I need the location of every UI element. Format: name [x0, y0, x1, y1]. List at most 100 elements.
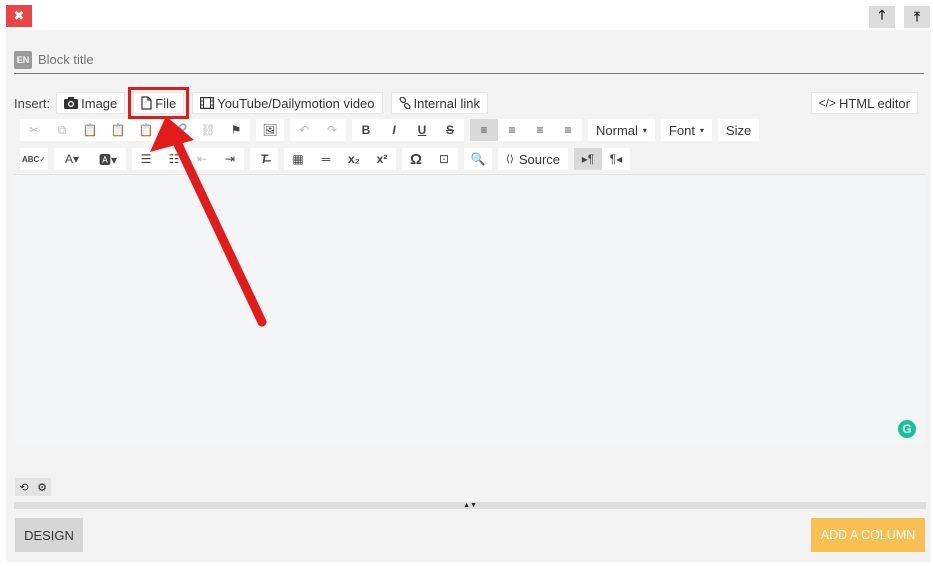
paste-text-icon[interactable]: 📋: [104, 119, 132, 141]
caret-down-icon: ▾: [699, 125, 704, 135]
rtl-icon[interactable]: ¶◂: [602, 148, 630, 170]
code-icon: </>: [818, 96, 836, 110]
align-left-icon[interactable]: ≡: [470, 119, 498, 141]
bold-icon[interactable]: B: [352, 119, 380, 141]
resize-arrows-icon: ▲▼: [463, 502, 477, 509]
insert-video-label: YouTube/Dailymotion video: [217, 95, 375, 111]
link-icon[interactable]: 🔗: [166, 119, 194, 141]
preview-icon[interactable]: 🔍: [464, 148, 492, 170]
gear-icon[interactable]: ⚙: [33, 478, 51, 496]
anchor-flag-icon[interactable]: ⚑: [222, 119, 250, 141]
table-group: ▦ ═ x₂ x²: [284, 148, 396, 170]
strikethrough-icon[interactable]: S: [436, 119, 464, 141]
insert-image-label: Image: [81, 95, 118, 111]
preview-group: 🔍: [464, 148, 492, 170]
add-column-button[interactable]: ADD A COLUMN: [811, 518, 925, 552]
italic-icon[interactable]: I: [380, 119, 408, 141]
clipboard-group: ✂ ⧉ 📋 📋 📋: [20, 119, 160, 141]
block-title-input[interactable]: [38, 52, 638, 67]
editor-mini-tools: ⟲ ⚙: [15, 478, 51, 496]
link-group: 🔗 ⛓ ⚑: [166, 119, 250, 141]
insert-label: Insert:: [14, 95, 51, 111]
film-icon: [200, 97, 215, 109]
text-color-icon[interactable]: A▾: [54, 148, 90, 170]
cut-icon[interactable]: ✂: [20, 119, 48, 141]
block-editor-panel: ✖ 🡑 ⤒ EN Insert: Image File YouTube/Dail…: [6, 0, 931, 562]
move-top-button[interactable]: ⤒: [904, 6, 930, 28]
insert-file-label: File: [155, 95, 177, 111]
ltr-icon[interactable]: ▸¶: [574, 148, 603, 170]
insert-file-button[interactable]: File: [128, 87, 190, 119]
underline-icon[interactable]: U: [408, 119, 436, 141]
align-justify-icon[interactable]: ≡: [554, 119, 582, 141]
superscript-icon[interactable]: x²: [368, 148, 396, 170]
special-char-icon[interactable]: Ω: [402, 148, 430, 170]
history-group: ↶ ↷: [290, 119, 346, 141]
source-icon: ⟨⟩: [506, 153, 514, 165]
insert-toolbar: Insert: Image File YouTube/Dailymotion v…: [14, 87, 926, 119]
clear-format-group: T̶: [250, 148, 278, 170]
remove-format-icon[interactable]: T̶: [250, 148, 278, 170]
block-topbar: ✖ 🡑 ⤒: [6, 0, 931, 30]
html-editor-button[interactable]: </> HTML editor: [810, 92, 918, 114]
arrow-top-icon: ⤒: [914, 9, 920, 24]
source-label: Source: [518, 151, 561, 167]
editor-content-area[interactable]: [14, 174, 926, 444]
redo-icon[interactable]: ↷: [318, 119, 346, 141]
editor-toolbar-row-2: ABC✓ A▾ 🅰▾ ☰ ☷ ⇤ ⇥ T̶ ▦ ═ x₂ x² Ω ⊡ 🔍 ⟨⟩…: [20, 147, 636, 171]
file-icon: [141, 96, 152, 110]
spellcheck-group: ABC✓: [20, 148, 48, 170]
indent-icon[interactable]: ⇥: [216, 148, 244, 170]
bg-color-icon[interactable]: 🅰▾: [90, 148, 126, 170]
align-group: ≡ ≡ ≡ ≡: [470, 119, 582, 141]
numbered-list-icon[interactable]: ☷: [160, 148, 188, 170]
close-button[interactable]: ✖: [6, 5, 32, 27]
horizontal-rule-icon[interactable]: ═: [312, 148, 340, 170]
link-icon: [399, 97, 411, 109]
align-center-icon[interactable]: ≡: [498, 119, 526, 141]
list-group: ☰ ☷ ⇤ ⇥: [132, 148, 244, 170]
image-icon[interactable]: 🖼: [256, 119, 284, 141]
paste-icon[interactable]: 📋: [76, 119, 104, 141]
spellcheck-icon[interactable]: ABC✓: [20, 148, 48, 170]
language-badge: EN: [14, 50, 32, 69]
block-title-row: EN: [14, 46, 924, 74]
font-label: Font: [668, 122, 695, 138]
source-button[interactable]: ⟨⟩ Source: [498, 148, 569, 170]
image-group: 🖼: [256, 119, 284, 141]
reset-icon[interactable]: ⟲: [15, 478, 33, 496]
undo-icon[interactable]: ↶: [290, 119, 318, 141]
insert-video-button[interactable]: YouTube/Dailymotion video: [192, 92, 383, 114]
close-icon: ✖: [13, 8, 25, 23]
insert-internal-link-button[interactable]: Internal link: [390, 92, 489, 114]
grammarly-icon[interactable]: G: [898, 420, 916, 438]
iframe-icon[interactable]: ⊡: [430, 148, 458, 170]
table-icon[interactable]: ▦: [284, 148, 312, 170]
unlink-icon[interactable]: ⛓: [194, 119, 222, 141]
align-right-icon[interactable]: ≡: [526, 119, 554, 141]
copy-icon[interactable]: ⧉: [48, 119, 76, 141]
paste-word-icon[interactable]: 📋: [132, 119, 160, 141]
subscript-icon[interactable]: x₂: [340, 148, 368, 170]
special-group: Ω ⊡: [402, 148, 458, 170]
caret-down-icon: ▾: [642, 125, 647, 135]
color-group: A▾ 🅰▾: [54, 148, 126, 170]
size-label: Size: [725, 122, 752, 138]
direction-group: ▸¶ ¶◂: [574, 148, 631, 170]
outdent-icon[interactable]: ⇤: [188, 148, 216, 170]
html-editor-label: HTML editor: [838, 95, 910, 111]
text-style-group: B I U S: [352, 119, 464, 141]
design-button[interactable]: DESIGN: [15, 518, 83, 552]
insert-internal-link-label: Internal link: [413, 95, 481, 111]
camera-icon: [64, 97, 79, 109]
resize-handle[interactable]: ▲▼: [14, 502, 926, 509]
editor-toolbar-row-1: ✂ ⧉ 📋 📋 📋 🔗 ⛓ ⚑ 🖼 ↶ ↷ B I U S ≡ ≡ ≡ ≡ No…: [20, 118, 765, 142]
arrow-up-icon: 🡑: [878, 7, 886, 22]
size-dropdown[interactable]: Size: [717, 119, 760, 141]
bulleted-list-icon[interactable]: ☰: [132, 148, 160, 170]
format-dropdown[interactable]: Normal ▾: [588, 119, 655, 141]
font-dropdown[interactable]: Font ▾: [660, 119, 712, 141]
format-label: Normal: [596, 122, 638, 138]
insert-image-button[interactable]: Image: [56, 92, 126, 114]
move-up-button[interactable]: 🡑: [869, 6, 895, 28]
